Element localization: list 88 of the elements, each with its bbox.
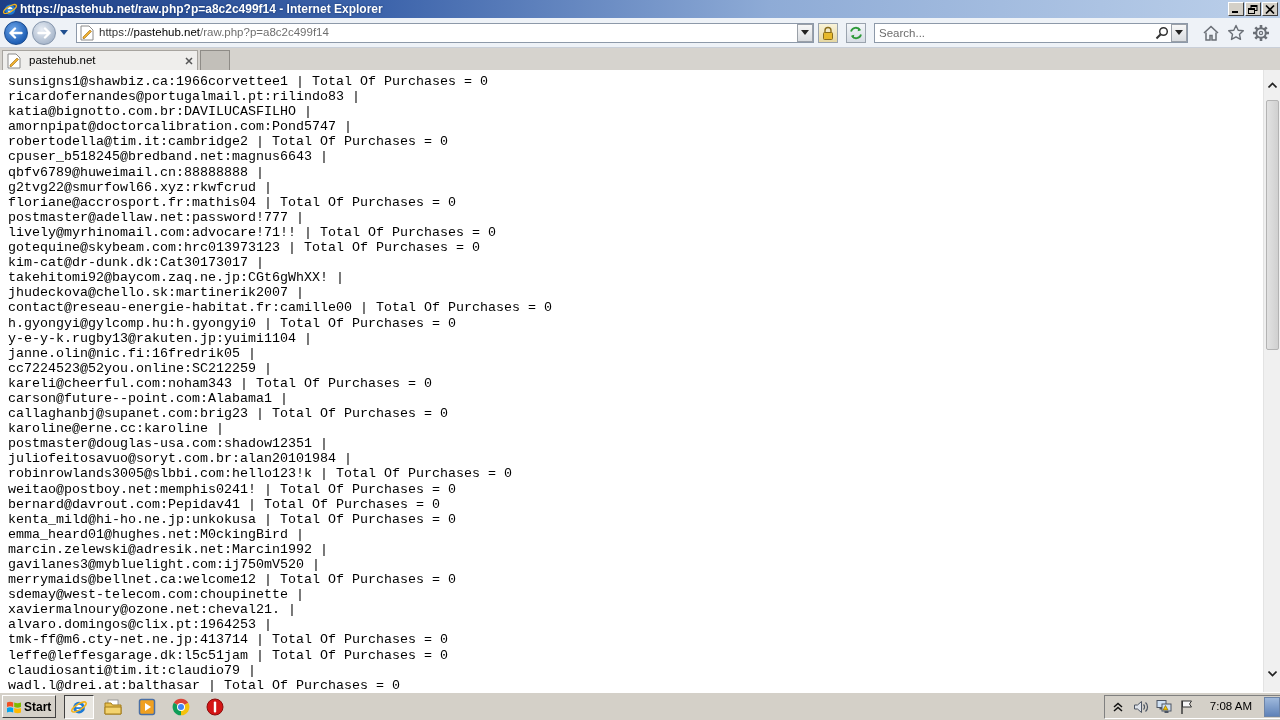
minimize-button[interactable] [1228,2,1244,16]
search-icon[interactable] [1155,25,1169,40]
text-line: janne.olin@nic.fi:16fredrik05 | [8,345,256,361]
play-icon [138,697,156,716]
text-line: robinrowlands3005@slbbi.com:hello123!k | Total Of Purchases = 0 [8,466,512,482]
text-line: gavilanes3@mybluelight.com:ij750mV520 | [8,557,320,573]
text-line: alvaro.domingos@clix.pt:1964253 | [8,617,272,633]
text-line: emma_heard01@hughes.net:M0ckingBird | [8,526,304,542]
caret-icon [1175,30,1183,35]
text-line: qbfv6789@huweimail.cn:88888888 | [8,164,264,180]
speaker-icon[interactable] [1132,698,1149,715]
back-button[interactable] [4,20,28,45]
text-line: cc7224523@52you.online:SC212259 | [8,360,272,376]
text-line: bernard@davrout.com:Pepidav41 | Total Of Purchases = 0 [8,496,440,512]
text-line: y-e-y-k.rugby13@rakuten.jp:yuimi1104 | [8,330,312,346]
browser-tab[interactable]: pastehub.net [2,50,198,70]
page-icon [80,24,94,41]
close-button[interactable] [1262,2,1278,16]
chevron-up-icon [1267,82,1277,88]
clock-time[interactable]: 7:08 AM [1209,697,1252,716]
text-line: sdemay@west-telecom.com:choupinette | [8,587,304,603]
star-icon[interactable] [1227,23,1245,42]
text-line: gotequine@skybeam.com:hrc013973123 | Total Of Purchases = 0 [8,240,480,256]
minimize-icon [1232,11,1238,13]
window-title: https://pastehub.net/raw.php?p=a8c2c499f14 - Internet Explorer [20,1,383,18]
settings-icon[interactable] [1252,23,1270,42]
security-button[interactable] [818,22,838,43]
caret-icon [60,30,68,35]
taskbar-button[interactable] [64,694,94,719]
text-line: leffe@leffesgarage.dk:l5c51jam | Total Of Purchases = 0 [8,647,448,663]
text-line: kareli@cheerful.com:noham343 | Total Of Purchases = 0 [8,375,432,391]
text-line: kim-cat@dr-dunk.dk:Cat30173017 | [8,255,264,271]
text-line: postmaster@adellaw.net:password!777 | [8,209,304,225]
chevron-down-icon [1267,671,1277,677]
text-line: carson@future--point.com:Alabama1 | [8,390,288,407]
text-line: wadl.l@drei.at:balthasar | Total Of Purchases = 0 [8,677,400,692]
scrollbar[interactable] [1263,70,1280,692]
arrow-left-icon [9,26,23,39]
restore-icon [1248,4,1258,14]
compatibility-button[interactable] [846,22,866,43]
text-line: floriane@accrosport.fr:mathis04 | Total Of Purchases = 0 [8,194,456,210]
text-line: jhudeckova@chello.sk:martinerik2007 | [8,285,304,301]
page-icon [7,52,21,69]
search-dropdown-button[interactable] [1171,23,1187,42]
folder-icon [104,697,122,716]
text-line: g2tvg22@smurfowl66.xyz:rkwfcrud | [8,179,272,195]
circle-logo-icon [172,697,190,716]
text-line: xaviermalnoury@ozone.net:cheval21. | [8,602,296,618]
text-line: sunsigns1@shawbiz.ca:1966corvettee1 | Total Of Purchases = 0 [8,74,488,90]
text-line: contact@reseau-energie-habitat.fr:camille00 | Total Of Purchases = 0 [8,300,552,316]
text-line: amornpipat@doctorcalibration.com:Pond5747 | [8,119,352,135]
restore-button[interactable] [1245,2,1261,16]
text-line: merrymaids@bellnet.ca:welcome12 | Total Of Purchases = 0 [8,572,456,588]
flag-icon[interactable] [1178,698,1195,715]
text-line: lively@myrhinomail.com:advocare!71!! | Total Of Purchases = 0 [8,224,496,241]
refresh-icon [849,25,863,40]
search-field[interactable]: Search... [875,23,1155,42]
text-line: kenta_mild@hi-ho.ne.jp:unkokusa | Total Of Purchases = 0 [8,511,456,527]
text-line: claudiosanti@tim.it:claudio79 | [8,662,256,678]
browser-logo-icon [2,1,18,17]
arrow-right-icon [37,26,51,39]
text-line: karoline@erne.cc:karoline | [8,421,224,437]
text-line: callaghanbj@supanet.com:brig23 | Total Of Purchases = 0 [8,406,448,422]
text-line: juliofeitosavuo@soryt.com.br:alan20101984 | [8,451,352,467]
address-dropdown-button[interactable] [797,23,813,42]
close-icon[interactable] [185,56,193,65]
text-line: katia@bignotto.com.br:DAVILUCASFILHO | [8,104,312,120]
network-icon[interactable] [1155,698,1172,715]
scroll-thumb[interactable] [1265,100,1279,350]
text-line: robertodella@tim.it:cambridge2 | Total Of Purchases = 0 [8,134,448,150]
close-icon [1265,4,1275,14]
text-line: postmaster@douglas-usa.com:shadow12351 | [8,436,328,452]
text-line: ricardofernandes@portugalmail.pt:rilindo83 | [8,89,360,105]
text-line: marcin.zelewski@adresik.net:Marcin1992 | [8,541,328,557]
home-icon[interactable] [1202,23,1220,42]
start-button[interactable]: Start [2,695,56,718]
text-line: weitao@postboy.net:memphis0241! | Total Of Purchases = 0 [8,481,456,497]
address-field[interactable]: https://pastehub.net/raw.php?p=a8c2c499f14 [76,22,814,43]
exclamation-circle-icon [206,697,224,716]
text-line: takehitomi92@baycom.zaq.ne.jp:CGt6gWhXX! | [8,270,344,286]
caret-icon [801,30,809,35]
address-text: https://pastehub.net/raw.php?p=a8c2c499f14 [99,24,329,40]
search-box[interactable]: Search... [874,22,1188,43]
text-line: tmk-ff@m6.cty-net.ne.jp:413714 | Total Of Purchases = 0 [8,632,448,648]
text-line: cpuser_b518245@bredband.net:magnus6643 | [8,149,328,165]
padlock-icon [821,25,835,40]
double-chevron-up-icon[interactable] [1112,701,1123,712]
text-line: h.gyongyi@gylcomp.hu:h.gyongyi0 | Total Of Purchases = 0 [8,315,456,331]
